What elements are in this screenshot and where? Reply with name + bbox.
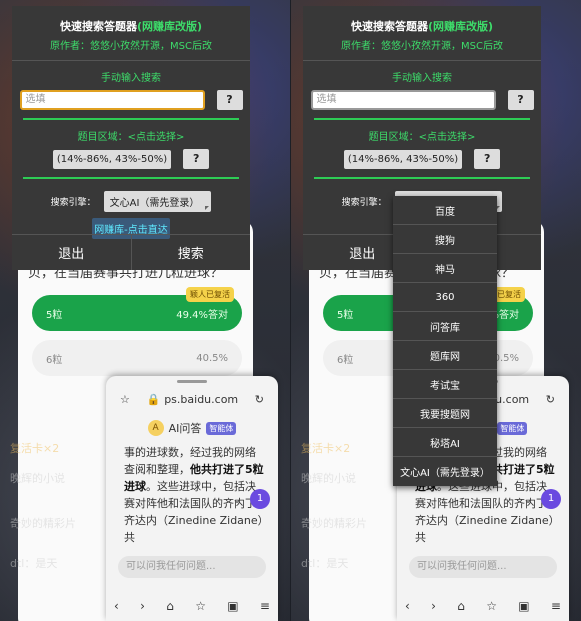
star-icon[interactable]: ☆: [195, 599, 206, 613]
menu-icon[interactable]: ≡: [260, 599, 270, 613]
range-button[interactable]: (14%-86%, 43%-50%): [343, 149, 463, 169]
option-text: 6粒: [46, 354, 63, 366]
engine-dropdown: 百度 搜狗 神马 360 问答库 题库网 考试宝 我要搜题网 秘塔AI 文心AI…: [393, 196, 497, 486]
bg-text: dtl：是天: [10, 557, 58, 570]
option-pct: 49.4%答对: [176, 309, 228, 321]
engine-label: 搜索引擎：: [341, 198, 387, 208]
title-accent: (网赚库改版): [427, 20, 494, 33]
tabs-icon[interactable]: ▣: [518, 599, 529, 613]
bg-text: 晚辉的小说: [301, 472, 356, 485]
bg-text: 晚辉的小说: [10, 472, 65, 485]
forward-icon[interactable]: ›: [140, 599, 145, 613]
dropdown-item[interactable]: 百度: [393, 196, 497, 225]
manual-label: 手动输入搜索: [392, 73, 452, 84]
bg-text: dtl：是天: [301, 557, 349, 570]
bg-text: 奇妙的精彩片: [10, 517, 76, 530]
author-line: 原作者：悠悠小孜然开源，MSC后改: [341, 41, 503, 52]
refresh-icon[interactable]: ↻: [255, 393, 264, 406]
ai-tag: 智能体: [497, 421, 528, 435]
chevron-down-icon[interactable]: ⌄: [232, 492, 242, 506]
search-panel: 快速搜索答题器(网赚库改版) 原作者：悠悠小孜然开源，MSC后改 手动输入搜索 …: [12, 6, 250, 270]
divider: [23, 118, 239, 120]
home-icon[interactable]: ⌂: [457, 599, 465, 613]
chat-count[interactable]: 1: [541, 489, 561, 509]
panel-title: 快速搜索答题器(网赚库改版): [12, 18, 250, 34]
tabs-icon[interactable]: ▣: [227, 599, 238, 613]
engine-value: 文心AI（需先登录）: [109, 198, 200, 209]
dropdown-arrow-icon: [496, 206, 501, 210]
title-main: 快速搜索答题器: [59, 20, 137, 33]
help-button[interactable]: ?: [507, 90, 534, 110]
help-button[interactable]: ?: [474, 149, 501, 169]
quiz-option[interactable]: 6粒 40.5%: [32, 340, 242, 376]
help-button[interactable]: ?: [216, 90, 243, 110]
ai-avatar-icon: A: [147, 420, 164, 436]
ai-tag: 智能体: [206, 421, 237, 435]
exit-button[interactable]: 退出: [12, 235, 131, 270]
divider: [314, 177, 530, 179]
search-button[interactable]: 搜索: [130, 235, 251, 270]
dropdown-item[interactable]: 题库网: [393, 341, 497, 370]
dropdown-item[interactable]: 我要搜题网: [393, 399, 497, 428]
refresh-icon[interactable]: ↻: [546, 393, 555, 406]
ask-input[interactable]: 可以问我任何问题...: [118, 556, 266, 578]
divider: [303, 60, 541, 61]
lock-icon: 🔒: [146, 393, 161, 406]
revive-badge: 颖人已复活: [186, 287, 234, 302]
dropdown-item[interactable]: 考试宝: [393, 370, 497, 399]
quiz-option-correct[interactable]: 5粒 49.4%答对 颖人已复活: [32, 287, 242, 331]
area-label[interactable]: 题目区域：<点击选择>: [303, 128, 541, 143]
bg-text: 奇妙的精彩片: [301, 517, 367, 530]
title-main: 快速搜索答题器: [350, 20, 428, 33]
option-text: 6粒: [337, 354, 354, 366]
dropdown-item[interactable]: 文心AI（需先登录）: [393, 457, 497, 486]
forward-icon[interactable]: ›: [431, 599, 436, 613]
title-accent: (网赚库改版): [136, 20, 203, 33]
right-screenshot: 贝，在当届赛事共打进几粒进球？ 5粒 49.4%答对 颖人已复活 6粒 40.5…: [291, 0, 581, 621]
help-button[interactable]: ?: [183, 149, 210, 169]
dropdown-item[interactable]: 360: [393, 283, 497, 312]
engine-select[interactable]: 文心AI（需先登录）: [103, 191, 212, 212]
divider: [23, 177, 239, 179]
browser-sheet: ☆ 🔒ps.baidu.com ↻ A AI问答 智能体 事的进球数，经过我的网…: [106, 376, 278, 621]
dropdown-item[interactable]: 秘塔AI: [393, 428, 497, 457]
divider: [314, 118, 530, 120]
option-text: 5粒: [337, 309, 354, 321]
back-icon[interactable]: ‹: [405, 599, 410, 613]
area-label[interactable]: 题目区域：<点击选择>: [12, 128, 250, 143]
dropdown-item[interactable]: 搜狗: [393, 225, 497, 254]
option-text: 5粒: [46, 309, 63, 321]
range-button[interactable]: (14%-86%, 43%-50%): [52, 149, 172, 169]
revive-card: 复活卡×2: [10, 442, 60, 455]
author-line: 原作者：悠悠小孜然开源，MSC后改: [50, 41, 212, 52]
star-icon[interactable]: ☆: [120, 393, 130, 406]
dropdown-arrow-icon: [205, 206, 210, 210]
option-pct: 40.5%: [196, 352, 228, 364]
search-input[interactable]: 选填: [19, 90, 205, 110]
revive-card: 复活卡×2: [301, 442, 351, 455]
ask-input[interactable]: 可以问我任何问题...: [409, 556, 557, 578]
home-icon[interactable]: ⌂: [166, 599, 174, 613]
star-icon[interactable]: ☆: [486, 599, 497, 613]
engine-label: 搜索引擎：: [50, 198, 96, 208]
manual-label: 手动输入搜索: [101, 73, 161, 84]
dropdown-item[interactable]: 问答库: [393, 312, 497, 341]
url-text[interactable]: ps.baidu.com: [164, 393, 238, 406]
menu-icon[interactable]: ≡: [551, 599, 561, 613]
ai-label: AI问答: [168, 422, 202, 435]
back-icon[interactable]: ‹: [114, 599, 119, 613]
chevron-down-icon[interactable]: ⌄: [523, 492, 533, 506]
dropdown-item[interactable]: 神马: [393, 254, 497, 283]
divider: [12, 60, 250, 61]
left-screenshot: 贝，在当届赛事共打进几粒进球？ 5粒 49.4%答对 颖人已复活 6粒 40.5…: [0, 0, 290, 621]
chat-count[interactable]: 1: [250, 489, 270, 509]
search-input[interactable]: 选填: [310, 90, 496, 110]
panel-title: 快速搜索答题器(网赚库改版): [303, 18, 541, 34]
